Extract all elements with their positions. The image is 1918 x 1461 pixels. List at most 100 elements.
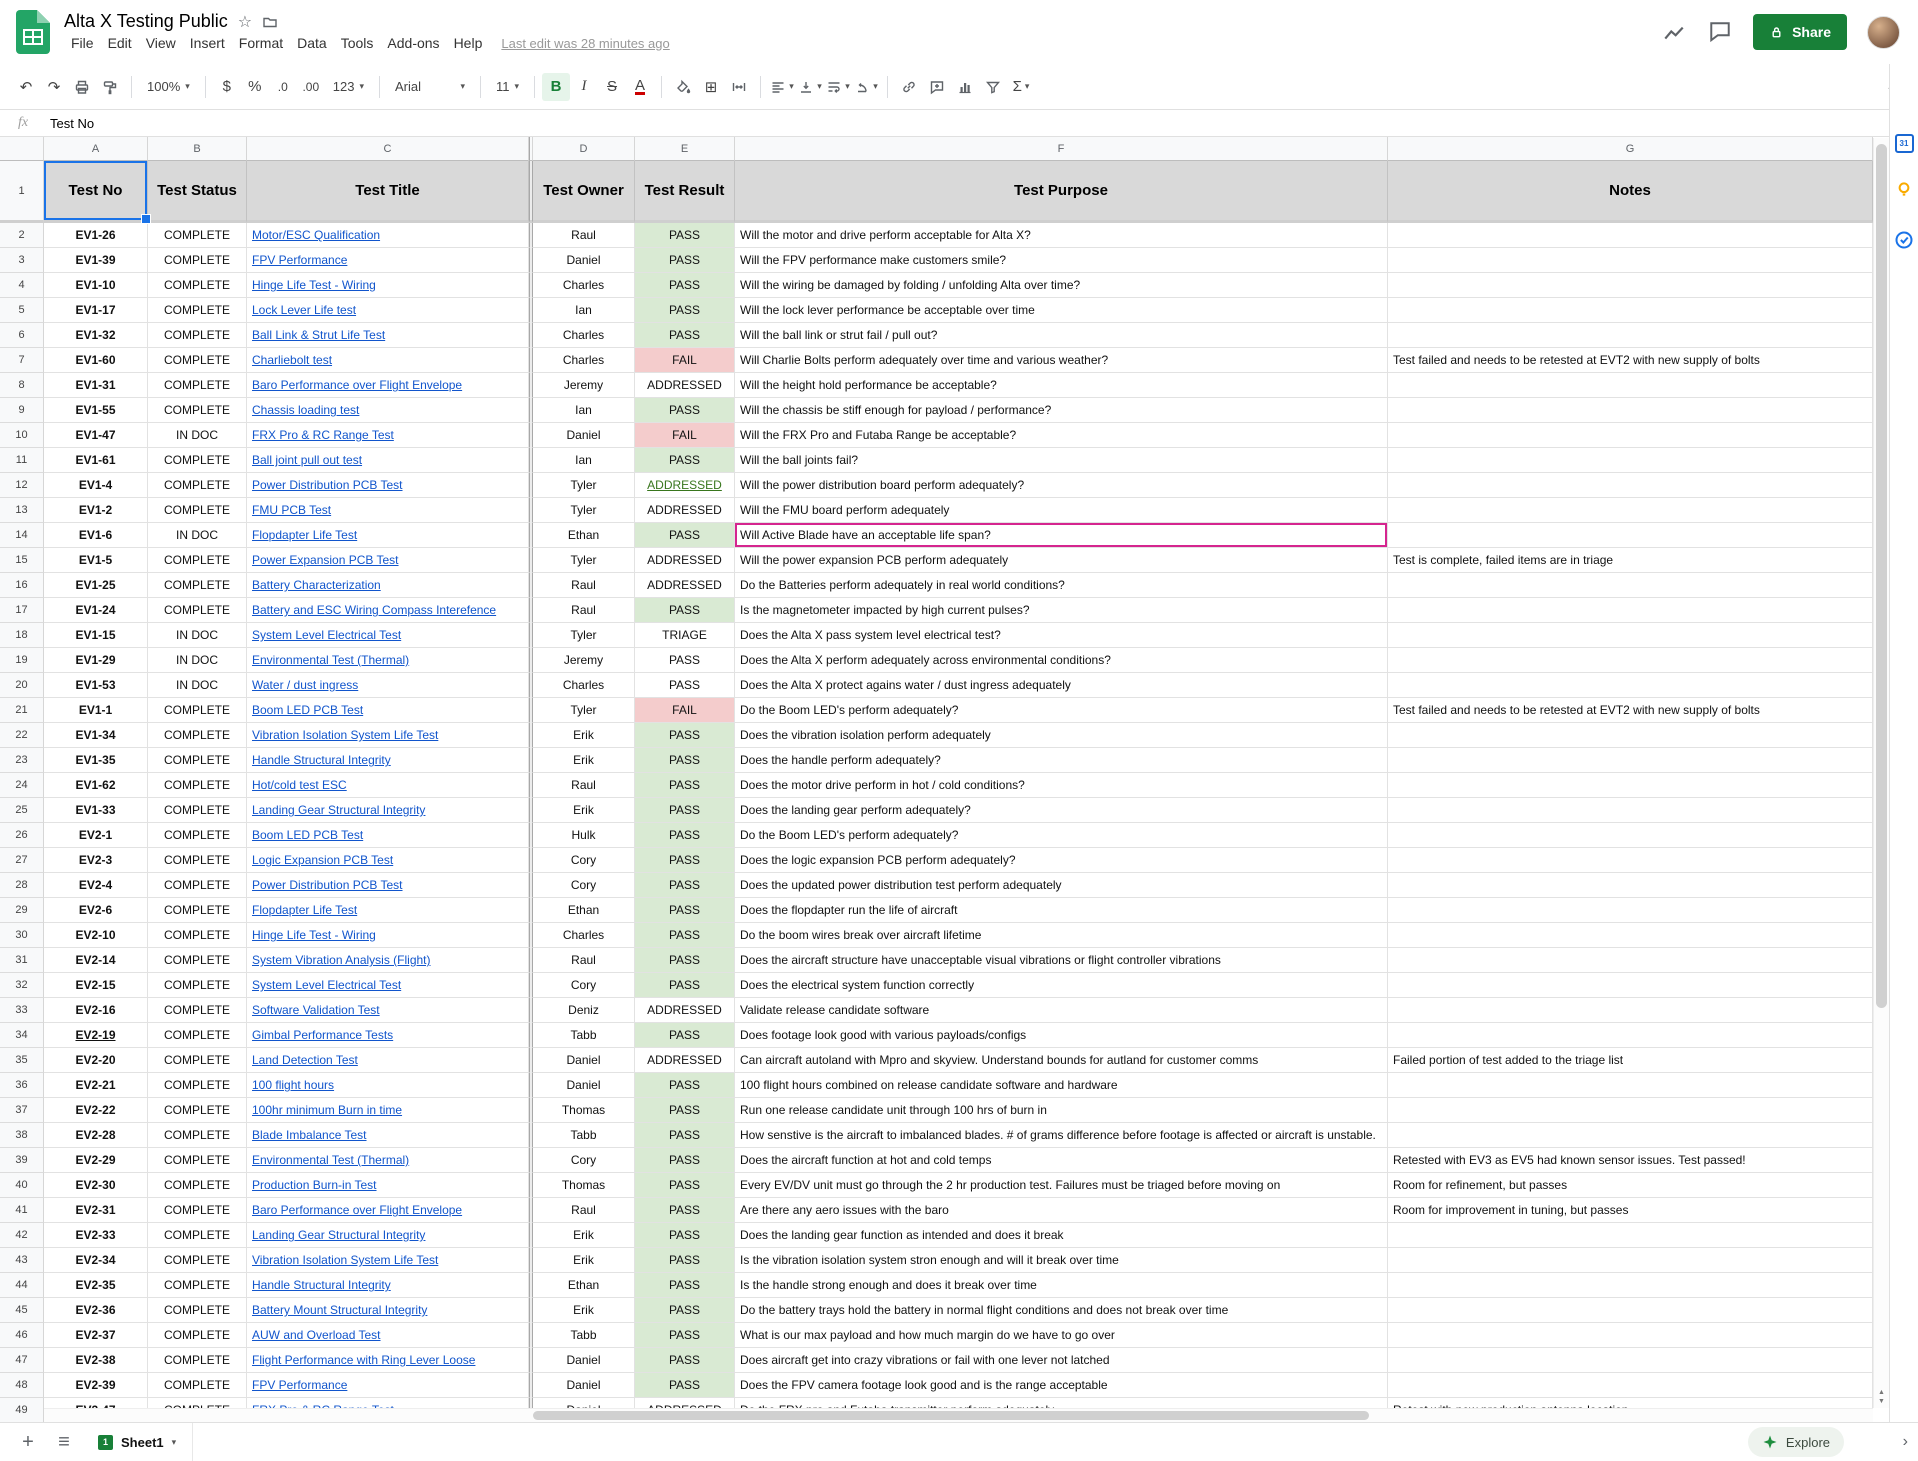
vertical-align-icon[interactable]: ▾ — [796, 73, 824, 101]
cell-notes[interactable]: Test failed and needs to be retested at … — [1388, 348, 1873, 373]
header-cell-owner[interactable]: Test Owner — [533, 161, 635, 223]
cell-test-status[interactable]: IN DOC — [148, 673, 247, 698]
cell-test-no[interactable]: EV2-33 — [44, 1223, 148, 1248]
cell-test-no[interactable]: EV1-34 — [44, 723, 148, 748]
cell-notes[interactable] — [1388, 1298, 1873, 1323]
cell-test-purpose[interactable]: Can aircraft autoland with Mpro and skyv… — [735, 1048, 1388, 1073]
cell-test-status[interactable]: COMPLETE — [148, 1123, 247, 1148]
cell-notes[interactable]: Room for refinement, but passes — [1388, 1173, 1873, 1198]
cell-test-owner[interactable]: Erik — [533, 1223, 635, 1248]
cell-test-result[interactable]: PASS — [635, 973, 735, 998]
cell-test-title[interactable]: Boom LED PCB Test — [247, 698, 529, 723]
cell-notes[interactable] — [1388, 923, 1873, 948]
column-header-F[interactable]: F — [735, 137, 1388, 161]
header-cell-purpose[interactable]: Test Purpose — [735, 161, 1388, 223]
cell-test-title[interactable]: Logic Expansion PCB Test — [247, 848, 529, 873]
cell-test-title[interactable]: Land Detection Test — [247, 1048, 529, 1073]
cell-notes[interactable] — [1388, 1073, 1873, 1098]
cell-test-title[interactable]: Blade Imbalance Test — [247, 1123, 529, 1148]
cell-test-owner[interactable]: Daniel — [533, 1373, 635, 1398]
borders-icon[interactable]: ⊞ — [697, 73, 725, 101]
text-wrap-icon[interactable]: ▾ — [824, 73, 852, 101]
cell-notes[interactable] — [1388, 1248, 1873, 1273]
cell-notes[interactable] — [1388, 1348, 1873, 1373]
cell-test-owner[interactable]: Cory — [533, 1148, 635, 1173]
cell-test-title[interactable]: FPV Performance — [247, 248, 529, 273]
row-header[interactable]: 34 — [0, 1023, 44, 1048]
functions-icon[interactable]: Σ ▾ — [1007, 73, 1035, 101]
row-header[interactable]: 15 — [0, 548, 44, 573]
cell-test-owner[interactable]: Erik — [533, 798, 635, 823]
cell-test-result[interactable]: PASS — [635, 1373, 735, 1398]
insert-link-icon[interactable] — [895, 73, 923, 101]
row-header[interactable]: 19 — [0, 648, 44, 673]
cell-test-owner[interactable]: Cory — [533, 973, 635, 998]
cell-test-status[interactable]: COMPLETE — [148, 448, 247, 473]
cell-test-result[interactable]: FAIL — [635, 348, 735, 373]
column-header-C[interactable]: C — [247, 137, 529, 161]
last-edit-link[interactable]: Last edit was 28 minutes ago — [501, 36, 669, 51]
cell-test-result[interactable]: ADDRESSED — [635, 548, 735, 573]
cell-test-status[interactable]: COMPLETE — [148, 798, 247, 823]
cell-test-no[interactable]: EV1-33 — [44, 798, 148, 823]
cell-test-title[interactable]: Ball Link & Strut Life Test — [247, 323, 529, 348]
vertical-scrollbar-thumb[interactable] — [1876, 144, 1887, 1008]
cell-test-result[interactable]: PASS — [635, 923, 735, 948]
cell-test-title[interactable]: Boom LED PCB Test — [247, 823, 529, 848]
avatar[interactable] — [1867, 16, 1900, 49]
cell-test-purpose[interactable]: Will the FPV performance make customers … — [735, 248, 1388, 273]
cell-test-status[interactable]: COMPLETE — [148, 273, 247, 298]
cell-test-owner[interactable]: Cory — [533, 848, 635, 873]
cell-test-owner[interactable]: Raul — [533, 598, 635, 623]
cell-test-owner[interactable]: Ian — [533, 448, 635, 473]
cell-notes[interactable] — [1388, 1123, 1873, 1148]
all-sheets-icon[interactable]: ≡ — [46, 1424, 82, 1460]
cell-test-owner[interactable]: Charles — [533, 923, 635, 948]
cell-test-title[interactable]: Power Expansion PCB Test — [247, 548, 529, 573]
menu-help[interactable]: Help — [447, 33, 490, 53]
print-icon[interactable] — [68, 73, 96, 101]
cell-test-title[interactable]: Environmental Test (Thermal) — [247, 648, 529, 673]
vertical-scrollbar[interactable]: ▲▼ — [1873, 138, 1889, 1408]
cell-notes[interactable] — [1388, 598, 1873, 623]
cell-test-status[interactable]: COMPLETE — [148, 298, 247, 323]
cell-notes[interactable] — [1388, 1273, 1873, 1298]
cell-test-title[interactable]: Gimbal Performance Tests — [247, 1023, 529, 1048]
cell-test-no[interactable]: EV2-15 — [44, 973, 148, 998]
cell-test-status[interactable]: COMPLETE — [148, 748, 247, 773]
cell-notes[interactable] — [1388, 498, 1873, 523]
cell-test-purpose[interactable]: How senstive is the aircraft to imbalanc… — [735, 1123, 1388, 1148]
row-header[interactable]: 10 — [0, 423, 44, 448]
cell-test-owner[interactable]: Thomas — [533, 1173, 635, 1198]
cell-test-result[interactable]: PASS — [635, 398, 735, 423]
cell-test-status[interactable]: IN DOC — [148, 623, 247, 648]
cell-test-result[interactable]: PASS — [635, 1023, 735, 1048]
redo-icon[interactable]: ↷ — [40, 73, 68, 101]
cell-test-purpose[interactable]: Is the magnetometer impacted by high cur… — [735, 598, 1388, 623]
cell-notes[interactable] — [1388, 1023, 1873, 1048]
cell-test-result[interactable]: PASS — [635, 823, 735, 848]
row-header[interactable]: 38 — [0, 1123, 44, 1148]
cell-test-owner[interactable]: Ian — [533, 398, 635, 423]
menu-view[interactable]: View — [139, 33, 183, 53]
calendar-icon[interactable]: 31 — [1895, 134, 1914, 153]
cell-test-owner[interactable]: Charles — [533, 673, 635, 698]
cell-notes[interactable] — [1388, 398, 1873, 423]
filter-icon[interactable] — [979, 73, 1007, 101]
cell-test-owner[interactable]: Raul — [533, 223, 635, 248]
cell-test-result[interactable]: PASS — [635, 1073, 735, 1098]
cell-notes[interactable]: Failed portion of test added to the tria… — [1388, 1048, 1873, 1073]
cell-test-no[interactable]: EV2-6 — [44, 898, 148, 923]
row-header[interactable]: 20 — [0, 673, 44, 698]
menu-addons[interactable]: Add-ons — [380, 33, 446, 53]
cell-test-title[interactable]: AUW and Overload Test — [247, 1323, 529, 1348]
decrease-decimal-icon[interactable]: .0 — [269, 73, 297, 101]
cell-test-title[interactable]: Handle Structural Integrity — [247, 748, 529, 773]
cell-test-result[interactable]: PASS — [635, 723, 735, 748]
side-panel-toggle-icon[interactable]: › — [1903, 1433, 1908, 1451]
cell-test-status[interactable]: COMPLETE — [148, 1198, 247, 1223]
cell-test-title[interactable]: Flopdapter Life Test — [247, 898, 529, 923]
row-header[interactable]: 36 — [0, 1073, 44, 1098]
cell-test-status[interactable]: COMPLETE — [148, 323, 247, 348]
cell-test-status[interactable]: COMPLETE — [148, 548, 247, 573]
